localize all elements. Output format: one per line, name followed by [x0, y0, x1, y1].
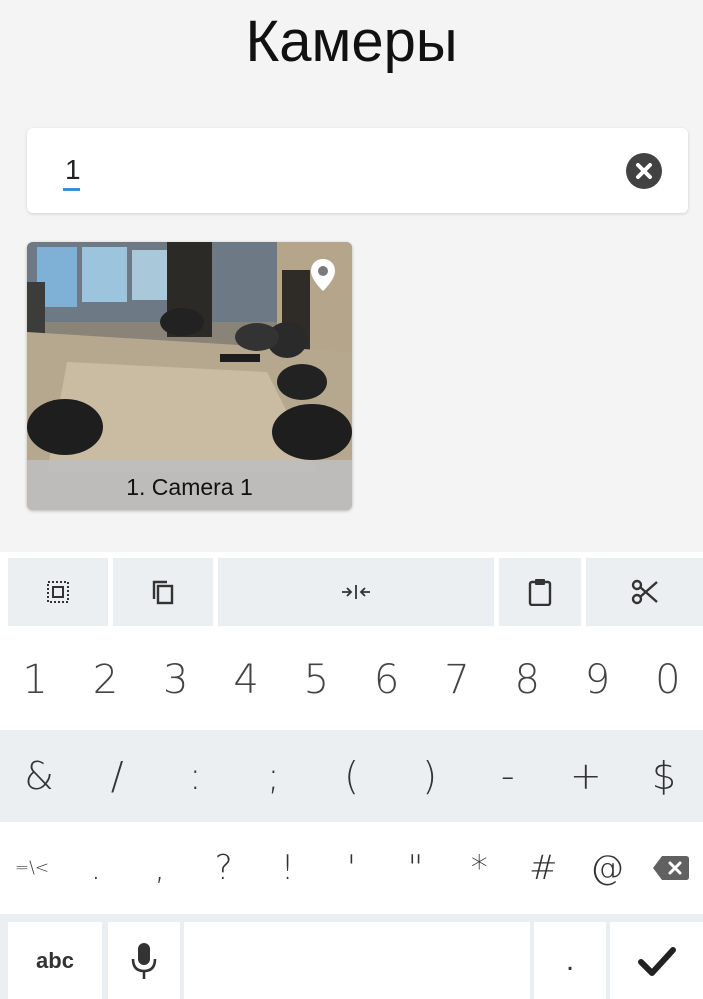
key-minus[interactable]: - [469, 730, 547, 822]
cut-button[interactable] [586, 558, 703, 626]
select-all-button[interactable] [8, 558, 108, 626]
key-0[interactable]: 0 [633, 630, 703, 730]
key-5[interactable]: 5 [281, 630, 351, 730]
space-key[interactable] [184, 922, 530, 999]
cursor-control-button[interactable] [218, 558, 494, 626]
period-key-label: . [565, 943, 575, 977]
key-asterisk[interactable]: * [447, 822, 511, 914]
keyboard-row-symbols-1: & / : ; ( ) - + $ [0, 730, 703, 822]
key-close-paren[interactable]: ) [391, 730, 469, 822]
key-colon[interactable]: : [156, 730, 234, 822]
abc-key[interactable]: abc [8, 922, 102, 999]
backspace-icon [653, 856, 690, 880]
abc-key-label: abc [36, 947, 74, 973]
location-pin-icon[interactable] [310, 258, 336, 297]
key-ampersand[interactable]: & [0, 730, 78, 822]
key-8[interactable]: 8 [492, 630, 562, 730]
clipboard-toolbar [0, 552, 703, 630]
camera-label: 1. Camera 1 [126, 474, 253, 500]
key-semicolon[interactable]: ; [234, 730, 312, 822]
voice-input-key[interactable] [108, 922, 180, 999]
key-question[interactable]: ? [192, 822, 256, 914]
key-at[interactable]: @ [575, 822, 639, 914]
camera-label-bar: 1. Camera 1 [27, 460, 352, 510]
copy-button[interactable] [113, 558, 213, 626]
period-key[interactable]: . [534, 922, 606, 999]
camera-card[interactable]: 1. Camera 1 [27, 242, 352, 510]
key-more-symbols[interactable]: =\< [0, 822, 64, 914]
key-period[interactable]: . [64, 822, 128, 914]
key-6[interactable]: 6 [351, 630, 421, 730]
backspace-key[interactable] [639, 822, 703, 914]
key-1[interactable]: 1 [0, 630, 70, 730]
keyboard-row-numbers: 1 2 3 4 5 6 7 8 9 0 [0, 630, 703, 730]
copy-icon [152, 580, 174, 605]
paste-icon [528, 579, 552, 606]
cursor-move-icon [342, 585, 370, 599]
keyboard-row-bottom: abc . [0, 914, 703, 999]
key-slash[interactable]: / [78, 730, 156, 822]
key-hash[interactable]: # [511, 822, 575, 914]
clear-search-button[interactable] [626, 153, 662, 189]
key-9[interactable]: 9 [562, 630, 632, 730]
text-cursor-handle[interactable] [63, 188, 80, 191]
scissors-icon [631, 579, 658, 605]
checkmark-icon [637, 946, 676, 976]
search-input[interactable]: 1 [65, 154, 81, 186]
key-4[interactable]: 4 [211, 630, 281, 730]
key-dollar[interactable]: $ [625, 730, 703, 822]
paste-button[interactable] [499, 558, 581, 626]
key-3[interactable]: 3 [141, 630, 211, 730]
microphone-icon [131, 942, 157, 979]
close-icon [636, 163, 652, 179]
key-plus[interactable]: + [547, 730, 625, 822]
enter-key[interactable] [610, 922, 703, 999]
key-comma[interactable]: , [128, 822, 192, 914]
search-field[interactable]: 1 [27, 128, 688, 213]
key-exclamation[interactable]: ! [256, 822, 320, 914]
key-open-paren[interactable]: ( [312, 730, 390, 822]
key-7[interactable]: 7 [422, 630, 492, 730]
key-apostrophe[interactable]: ' [320, 822, 384, 914]
key-quote[interactable]: " [383, 822, 447, 914]
keyboard: 1 2 3 4 5 6 7 8 9 0 & / : ; ( ) - + $ =\… [0, 630, 703, 999]
keyboard-row-symbols-2: =\< . , ? ! ' " * # @ [0, 822, 703, 914]
key-2[interactable]: 2 [70, 630, 140, 730]
page-title: Камеры [245, 9, 458, 74]
select-all-icon [47, 581, 69, 603]
